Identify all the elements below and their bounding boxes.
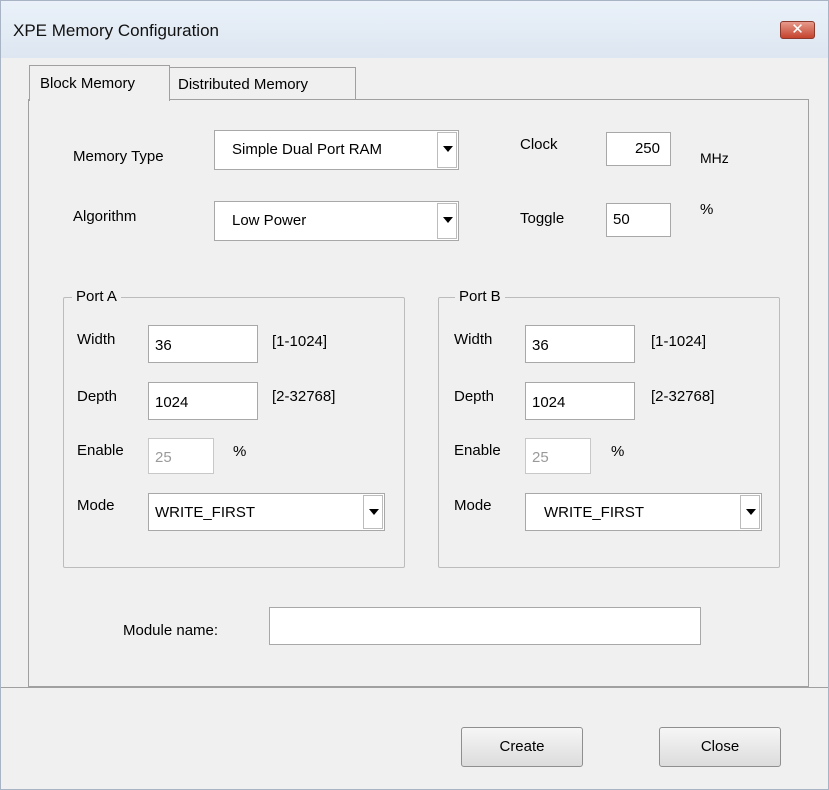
algorithm-select[interactable]: Low Power [214, 201, 459, 241]
chevron-down-icon[interactable] [437, 203, 457, 239]
window-title: XPE Memory Configuration [13, 21, 219, 40]
port-a-mode-select[interactable]: WRITE_FIRST [148, 493, 385, 531]
port-b-mode-value: WRITE_FIRST [544, 504, 644, 521]
dialog-window: XPE Memory Configuration ✕ Block Memory … [0, 0, 829, 790]
port-a-depth-input[interactable]: 1024 [148, 382, 258, 420]
memory-type-value: Simple Dual Port RAM [232, 141, 383, 158]
memory-type-select[interactable]: Simple Dual Port RAM [214, 130, 459, 170]
port-a-width-range: [1-1024] [272, 333, 328, 350]
port-a-enable-input: 25 [148, 438, 214, 474]
port-a-depth-range: [2-32768] [272, 388, 336, 405]
clock-input[interactable]: 250 [606, 132, 671, 166]
port-b-width-range: [1-1024] [651, 333, 707, 350]
close-button[interactable]: Close [659, 727, 781, 767]
port-b-width-input[interactable]: 36 [525, 325, 635, 363]
port-a-width-label: Width [77, 331, 116, 348]
port-a-title: Port A [72, 288, 121, 305]
port-a-depth-label: Depth [77, 388, 118, 405]
port-b-mode-label: Mode [454, 497, 492, 514]
port-b-depth-label: Depth [454, 388, 495, 405]
port-b-depth-range: [2-32768] [651, 388, 715, 405]
chevron-down-icon[interactable] [437, 132, 457, 168]
port-b-enable-unit: % [611, 443, 625, 460]
tab-distributed-memory[interactable]: Distributed Memory [169, 67, 356, 100]
create-button[interactable]: Create [461, 727, 583, 767]
port-b-width-label: Width [454, 331, 493, 348]
port-a-enable-label: Enable [77, 442, 124, 459]
port-a-enable-unit: % [233, 443, 247, 460]
title-bar[interactable]: XPE Memory Configuration ✕ [1, 1, 828, 58]
port-b-depth-input[interactable]: 1024 [525, 382, 635, 420]
port-b-enable-input: 25 [525, 438, 591, 474]
module-name-input[interactable] [269, 607, 701, 645]
memory-type-label: Memory Type [73, 148, 164, 165]
tab-block-memory[interactable]: Block Memory [29, 65, 170, 101]
chevron-down-icon[interactable] [363, 495, 383, 529]
close-icon[interactable]: ✕ [780, 21, 815, 39]
port-b-mode-select[interactable]: WRITE_FIRST [525, 493, 762, 531]
algorithm-label: Algorithm [73, 208, 137, 225]
port-b-enable-label: Enable [454, 442, 501, 459]
toggle-input[interactable]: 50 [606, 203, 671, 237]
port-a-mode-label: Mode [77, 497, 115, 514]
port-b-title: Port B [455, 288, 505, 305]
port-a-mode-value: WRITE_FIRST [155, 504, 255, 521]
footer-divider [1, 687, 828, 688]
clock-unit: MHz [700, 150, 729, 166]
chevron-down-icon[interactable] [740, 495, 760, 529]
port-a-width-input[interactable]: 36 [148, 325, 258, 363]
toggle-unit: % [700, 201, 714, 218]
toggle-label: Toggle [520, 210, 565, 227]
algorithm-value: Low Power [232, 212, 307, 229]
module-name-label: Module name: [123, 622, 219, 639]
clock-label: Clock [520, 136, 558, 153]
